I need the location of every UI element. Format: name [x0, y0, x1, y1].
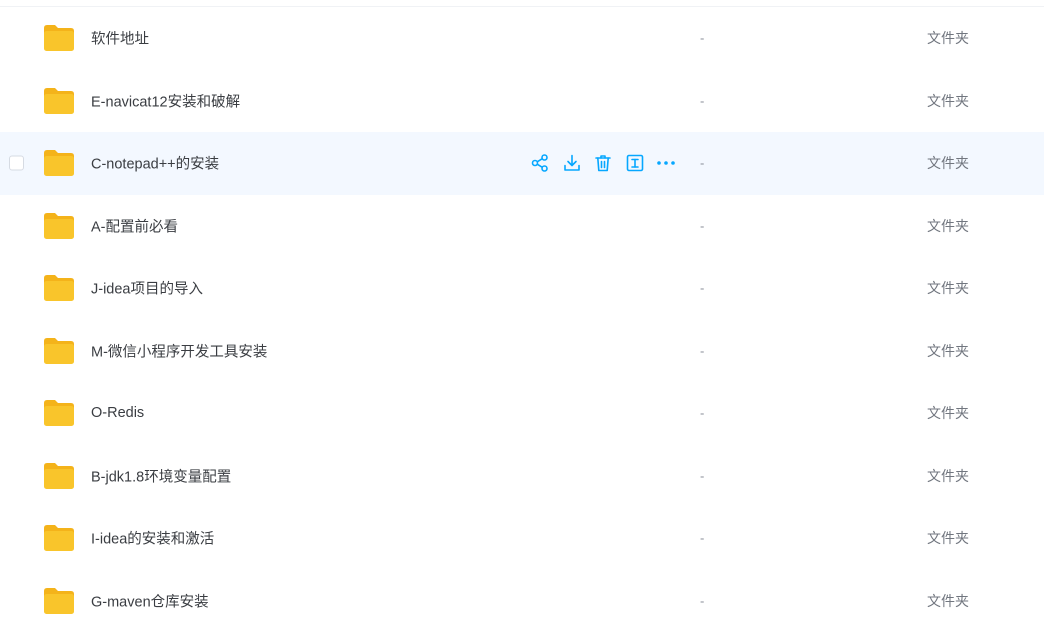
folder-icon: [43, 587, 75, 615]
file-row[interactable]: B-jdk1.8环境变量配置 - 文件夹: [0, 445, 1044, 508]
row-actions: [530, 153, 688, 173]
folder-icon: [43, 337, 75, 365]
file-type: 文件夹: [927, 403, 969, 423]
file-row[interactable]: J-idea项目的导入 - 文件夹: [0, 257, 1044, 320]
file-size: -: [700, 531, 704, 546]
file-type: 文件夹: [927, 591, 969, 611]
file-row[interactable]: I-idea的安装和激活 - 文件夹: [0, 507, 1044, 570]
file-type: 文件夹: [927, 466, 969, 486]
file-type: 文件夹: [927, 91, 969, 111]
file-list: 软件地址 - 文件夹 E-navicat12安装和破解 - 文件夹 C-note…: [0, 7, 1044, 632]
file-size: -: [700, 593, 704, 608]
file-row[interactable]: M-微信小程序开发工具安装 - 文件夹: [0, 320, 1044, 383]
more-icon[interactable]: [656, 153, 676, 173]
file-size: -: [700, 156, 704, 171]
share-icon[interactable]: [530, 153, 550, 173]
row-checkbox[interactable]: [9, 156, 24, 171]
file-name[interactable]: G-maven仓库安装: [91, 590, 209, 611]
trash-icon[interactable]: [593, 153, 613, 173]
file-size: -: [700, 406, 704, 421]
file-row[interactable]: E-navicat12安装和破解 - 文件夹: [0, 70, 1044, 133]
file-row[interactable]: G-maven仓库安装 - 文件夹: [0, 570, 1044, 632]
file-type: 文件夹: [927, 153, 969, 173]
file-size: -: [700, 31, 704, 46]
file-name[interactable]: 软件地址: [91, 28, 149, 49]
folder-icon: [43, 462, 75, 490]
file-name[interactable]: C-notepad++的安装: [91, 153, 219, 174]
file-type: 文件夹: [927, 341, 969, 361]
file-name[interactable]: M-微信小程序开发工具安装: [91, 340, 267, 361]
folder-icon: [43, 524, 75, 552]
folder-icon: [43, 274, 75, 302]
file-row[interactable]: 软件地址 - 文件夹: [0, 7, 1044, 70]
file-size: -: [700, 468, 704, 483]
folder-icon: [43, 87, 75, 115]
file-row[interactable]: A-配置前必看 - 文件夹: [0, 195, 1044, 258]
file-name[interactable]: E-navicat12安装和破解: [91, 90, 240, 111]
file-name[interactable]: J-idea项目的导入: [91, 278, 203, 299]
file-type: 文件夹: [927, 28, 969, 48]
file-name[interactable]: I-idea的安装和激活: [91, 528, 214, 549]
file-type: 文件夹: [927, 216, 969, 236]
folder-icon: [43, 24, 75, 52]
file-row-hovered[interactable]: C-notepad++的安装: [0, 132, 1044, 195]
file-name[interactable]: O-Redis: [91, 405, 144, 421]
folder-icon: [43, 212, 75, 240]
file-row[interactable]: O-Redis - 文件夹: [0, 382, 1044, 445]
file-size: -: [700, 281, 704, 296]
file-type: 文件夹: [927, 278, 969, 298]
file-name[interactable]: B-jdk1.8环境变量配置: [91, 465, 231, 486]
folder-icon: [43, 149, 75, 177]
file-size: -: [700, 343, 704, 358]
file-name[interactable]: A-配置前必看: [91, 215, 178, 236]
file-size: -: [700, 218, 704, 233]
file-size: -: [700, 93, 704, 108]
download-icon[interactable]: [562, 153, 582, 173]
folder-icon: [43, 399, 75, 427]
file-type: 文件夹: [927, 528, 969, 548]
rename-icon[interactable]: [625, 153, 645, 173]
